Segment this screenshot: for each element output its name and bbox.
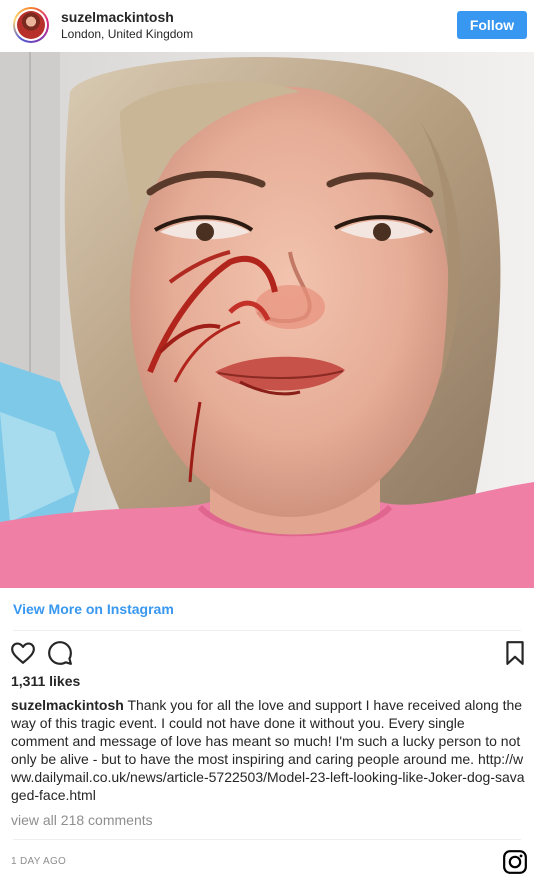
username[interactable]: suzelmackintosh (61, 9, 174, 25)
post-timestamp[interactable]: 1 DAY AGO (11, 856, 66, 867)
instagram-logo-icon[interactable] (502, 849, 528, 875)
view-comments-link[interactable]: view all 218 comments (11, 812, 153, 828)
location[interactable]: London, United Kingdom (61, 27, 193, 41)
caption-username[interactable]: suzelmackintosh (11, 697, 124, 713)
divider (13, 630, 521, 631)
caption: suzelmackintosh Thank you for all the lo… (11, 696, 525, 804)
avatar-image (17, 11, 45, 39)
likes-count[interactable]: 1,311 likes (11, 673, 80, 689)
bookmark-icon[interactable] (502, 640, 528, 666)
instagram-embed: suzelmackintosh London, United Kingdom F… (0, 0, 534, 878)
divider (13, 839, 521, 840)
follow-button[interactable]: Follow (457, 11, 527, 39)
heart-icon[interactable] (10, 640, 36, 666)
post-header: suzelmackintosh London, United Kingdom F… (0, 0, 534, 52)
comment-icon[interactable] (47, 640, 73, 666)
post-photo[interactable] (0, 52, 534, 588)
avatar[interactable] (13, 7, 49, 43)
view-more-link[interactable]: View More on Instagram (13, 601, 174, 617)
